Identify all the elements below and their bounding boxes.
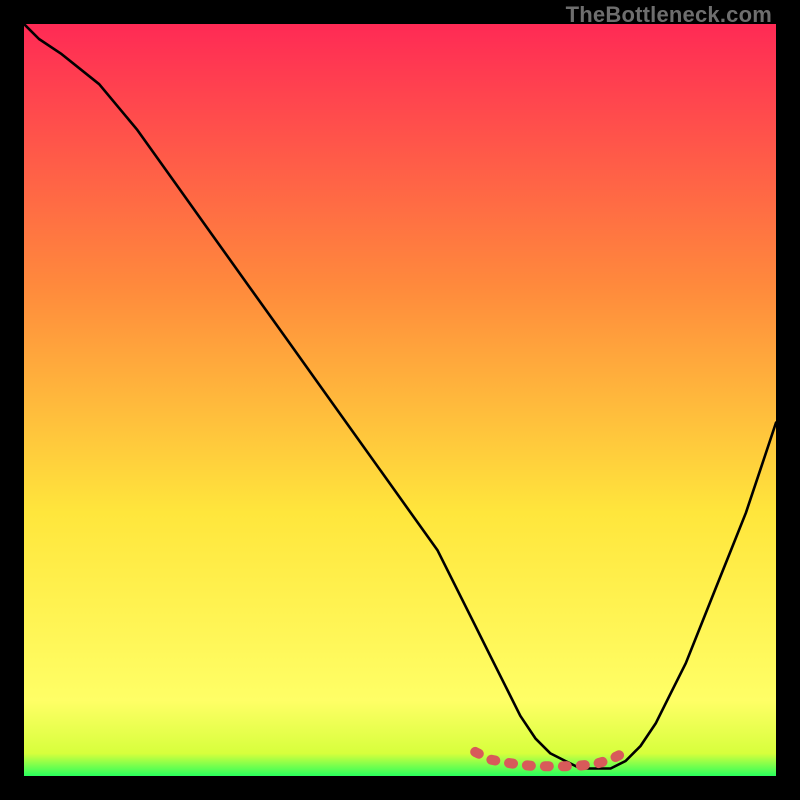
gradient-background <box>24 24 776 776</box>
bottleneck-chart <box>24 24 776 776</box>
watermark-text: TheBottleneck.com <box>566 2 772 28</box>
chart-frame <box>24 24 776 776</box>
